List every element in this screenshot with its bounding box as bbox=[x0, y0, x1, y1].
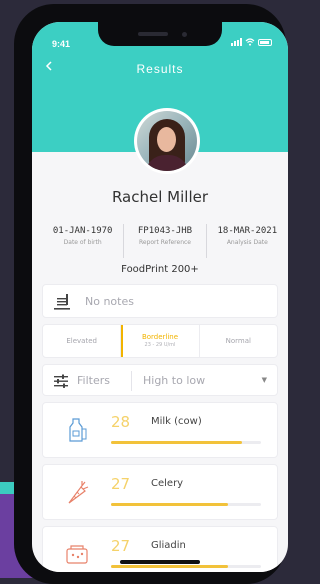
milk-bottle-icon bbox=[69, 418, 87, 442]
notch bbox=[98, 22, 222, 46]
page-title: Results bbox=[136, 62, 184, 76]
wifi-icon bbox=[245, 38, 255, 46]
notes-field[interactable]: No notes bbox=[42, 284, 278, 318]
info-value: 18-MAR-2021 bbox=[217, 226, 278, 236]
home-indicator[interactable] bbox=[120, 560, 200, 564]
filters-divider bbox=[131, 371, 132, 391]
level-borderline[interactable]: Borderline 23 - 29 U/ml bbox=[120, 325, 198, 357]
item-score: 27 bbox=[111, 537, 131, 555]
score-track bbox=[111, 565, 261, 568]
result-item[interactable]: 27 Celery bbox=[42, 464, 278, 520]
item-name: Celery bbox=[151, 478, 184, 489]
sort-select[interactable]: High to low bbox=[143, 374, 205, 387]
score-track bbox=[111, 441, 261, 444]
chevron-down-icon[interactable]: ▼ bbox=[262, 376, 267, 384]
level-selector: Elevated Borderline 23 - 29 U/ml Normal bbox=[42, 324, 278, 358]
info-report-reference: FP1043-JHB Report Reference bbox=[123, 224, 205, 258]
level-label: Borderline bbox=[141, 333, 179, 341]
filters-button[interactable]: Filters bbox=[77, 374, 110, 387]
grain-icon bbox=[66, 545, 88, 564]
carrot-icon bbox=[68, 481, 89, 504]
info-label: Date of birth bbox=[63, 239, 102, 246]
notes-placeholder: No notes bbox=[85, 295, 134, 308]
avatar-photo bbox=[137, 111, 197, 171]
speaker bbox=[138, 32, 168, 36]
sliders-icon[interactable] bbox=[53, 374, 69, 388]
screen: 9:41 Results Rachel Miller 01-JAN-1970 D… bbox=[32, 22, 288, 572]
filters-bar: Filters High to low ▼ bbox=[42, 364, 278, 396]
score-track bbox=[111, 503, 261, 506]
phone-frame: 9:41 Results Rachel Miller 01-JAN-1970 D… bbox=[14, 4, 288, 584]
status-icons bbox=[231, 38, 272, 46]
info-label: Report Reference bbox=[138, 239, 191, 246]
level-elevated[interactable]: Elevated bbox=[43, 325, 120, 357]
patient-info: 01-JAN-1970 Date of birth FP1043-JHB Rep… bbox=[42, 224, 288, 258]
level-range: 23 - 29 U/ml bbox=[144, 342, 176, 348]
item-name: Gliadin bbox=[151, 540, 186, 551]
item-name: Milk (cow) bbox=[151, 416, 202, 427]
level-label: Normal bbox=[225, 337, 251, 345]
result-item[interactable]: 27 Gliadin bbox=[42, 526, 278, 572]
patient-name: Rachel Miller bbox=[111, 188, 209, 206]
score-fill bbox=[111, 441, 242, 444]
level-label: Elevated bbox=[66, 337, 97, 345]
signal-icon bbox=[231, 38, 242, 46]
info-analysis-date: 18-MAR-2021 Analysis Date bbox=[205, 224, 288, 258]
info-date-of-birth: 01-JAN-1970 Date of birth bbox=[42, 224, 123, 258]
status-time: 9:41 bbox=[52, 39, 71, 49]
item-score: 27 bbox=[111, 475, 131, 493]
level-normal[interactable]: Normal bbox=[198, 325, 277, 357]
avatar bbox=[134, 108, 200, 174]
info-label: Analysis Date bbox=[226, 239, 268, 246]
score-fill bbox=[111, 565, 228, 568]
battery-icon bbox=[258, 38, 272, 46]
product-name: FoodPrint 200+ bbox=[121, 264, 199, 275]
item-score: 28 bbox=[111, 413, 131, 431]
camera bbox=[182, 32, 187, 37]
info-value: 01-JAN-1970 bbox=[52, 226, 113, 236]
score-fill bbox=[111, 503, 228, 506]
notes-icon bbox=[54, 294, 70, 310]
info-value: FP1043-JHB bbox=[137, 226, 193, 236]
result-item[interactable]: 28 Milk (cow) bbox=[42, 402, 278, 458]
